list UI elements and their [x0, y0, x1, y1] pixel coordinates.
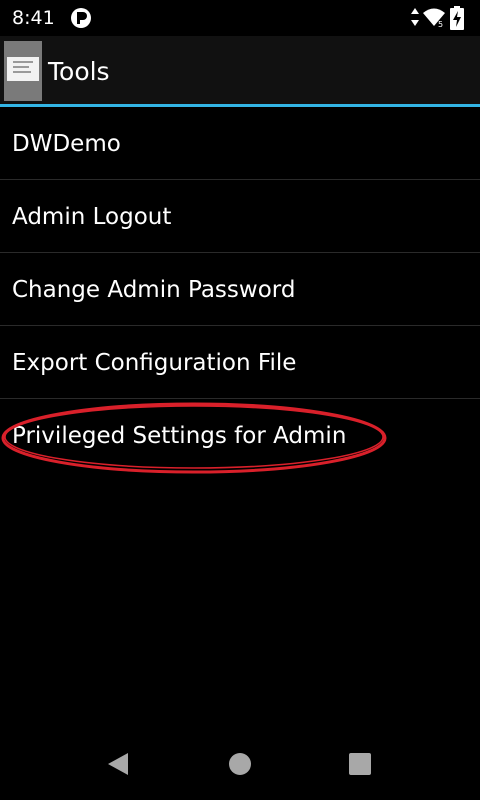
- status-icons: 5: [410, 6, 470, 30]
- menu-item-change-admin-password[interactable]: Change Admin Password: [0, 253, 480, 326]
- app-icon[interactable]: [4, 41, 42, 101]
- status-bar: 8:41 5: [0, 0, 480, 36]
- data-arrows-icon: [411, 8, 419, 26]
- menu-item-label: Export Configuration File: [12, 350, 297, 376]
- home-circle-icon[interactable]: [228, 752, 252, 776]
- page-title: Tools: [48, 57, 110, 86]
- recents-square-icon[interactable]: [348, 752, 372, 776]
- app-icon-thumbnail: [7, 57, 39, 81]
- menu-item-privileged-settings[interactable]: Privileged Settings for Admin: [0, 399, 480, 472]
- status-time: 8:41: [12, 7, 55, 29]
- navigation-bar: [0, 728, 480, 800]
- tools-menu-list: DWDemo Admin Logout Change Admin Passwor…: [0, 107, 480, 472]
- menu-item-label: DWDemo: [12, 131, 121, 157]
- wifi-icon: 5: [423, 8, 445, 28]
- menu-item-label: Change Admin Password: [12, 277, 296, 303]
- menu-item-label: Admin Logout: [12, 204, 172, 230]
- menu-item-dwdemo[interactable]: DWDemo: [0, 107, 480, 180]
- battery-charging-icon: [450, 6, 464, 30]
- menu-item-label: Privileged Settings for Admin: [12, 423, 347, 449]
- back-triangle-icon[interactable]: [106, 752, 130, 776]
- menu-item-admin-logout[interactable]: Admin Logout: [0, 180, 480, 253]
- notification-app-icon: [71, 8, 91, 28]
- menu-item-export-configuration-file[interactable]: Export Configuration File: [0, 326, 480, 399]
- svg-text:5: 5: [438, 20, 443, 28]
